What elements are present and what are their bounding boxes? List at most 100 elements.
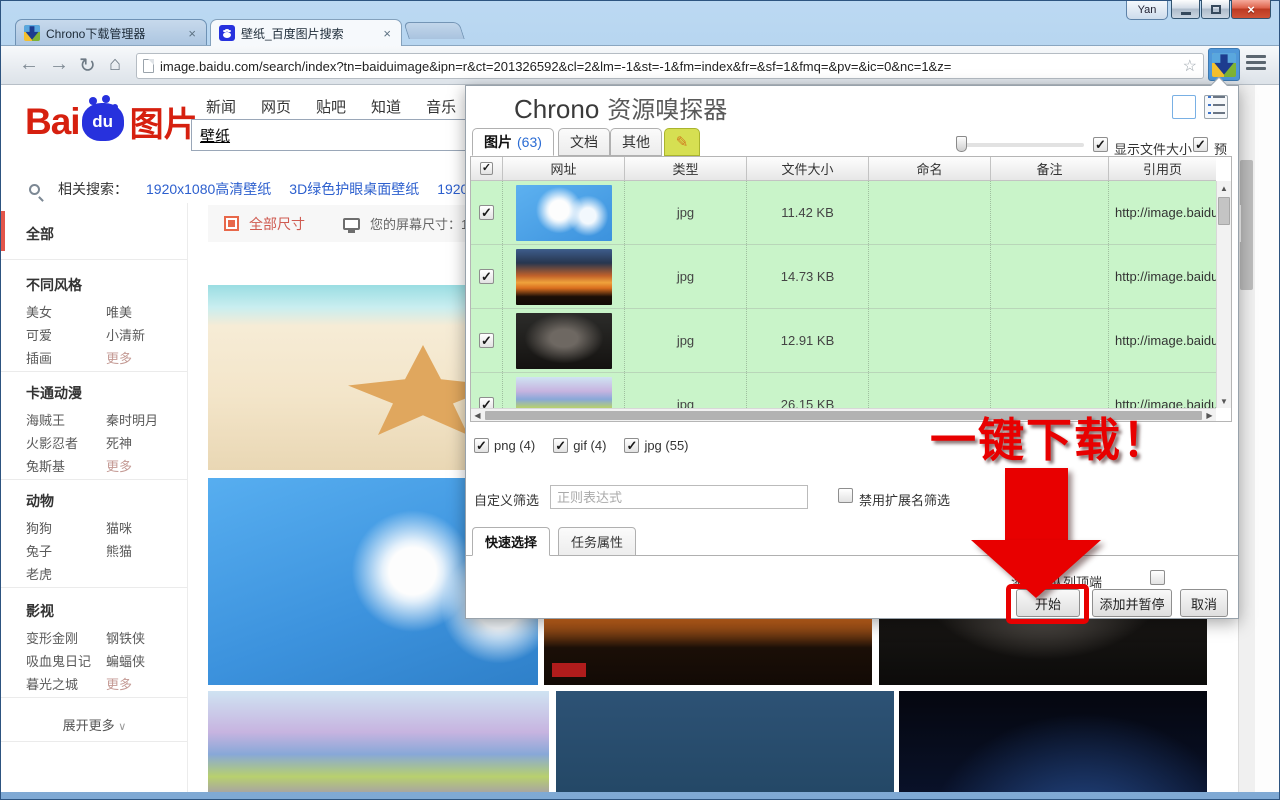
col-size[interactable]: 文件大小 [747,157,869,181]
sidebar-link[interactable]: 熊猫 [106,541,132,560]
table-row[interactable]: ✓ jpg 12.91 KB http://image.baidu [471,309,1216,373]
show-size-checkbox[interactable]: ✓ [1093,137,1108,152]
table-vscroll-thumb[interactable] [1218,197,1230,225]
back-icon[interactable]: ← [19,53,39,76]
sidebar-link[interactable]: 秦时明月 [106,410,158,429]
tab-close-icon[interactable]: × [381,26,393,41]
disable-ext-checkbox[interactable] [838,488,853,503]
refresh-icon[interactable]: ↻ [79,53,96,78]
sidebar-link[interactable]: 小清新 [106,325,145,344]
popup-tab-edit[interactable]: ✎ [664,128,700,156]
thumbnail-cartoon[interactable] [556,691,894,792]
queue-top-checkbox[interactable] [1150,570,1165,585]
col-url[interactable]: 网址 [503,157,625,181]
sidebar-link[interactable]: 蝙蝠侠 [106,651,145,670]
nav-music[interactable]: 音乐 [426,96,456,117]
sidebar-more-link[interactable]: 更多 [106,348,132,367]
table-row[interactable]: ✓ jpg 11.42 KB http://image.baidu [471,181,1216,245]
popup-tab-docs[interactable]: 文档 [558,128,610,156]
sidebar-item-all[interactable]: 全部 [26,224,54,244]
select-all-checkbox[interactable]: ✓ [480,162,493,175]
forward-icon[interactable]: → [49,53,69,76]
nav-zhidao[interactable]: 知道 [371,96,401,117]
filter-jpg[interactable]: ✓ jpg (55) [624,438,688,453]
url-text[interactable]: image.baidu.com/search/index?tn=baiduima… [160,59,1179,74]
list-view-icon[interactable] [1204,95,1228,119]
popup-tab-images[interactable]: 图片 (63) [472,128,554,156]
jpg-checkbox[interactable]: ✓ [624,438,639,453]
filter-png[interactable]: ✓ png (4) [474,438,535,453]
filter-gif[interactable]: ✓ gif (4) [553,438,606,453]
browser-menu-button[interactable] [1246,55,1266,70]
col-referer[interactable]: 引用页 [1109,157,1216,181]
custom-filter-input[interactable] [550,485,808,509]
add-and-pause-button[interactable]: 添加并暂停 [1092,589,1172,617]
slider-thumb[interactable] [956,136,967,152]
col-remark[interactable]: 备注 [991,157,1109,181]
sidebar-link[interactable]: 变形金刚 [26,628,78,647]
sidebar-link[interactable]: 兔子 [26,541,52,560]
maximize-button[interactable] [1201,0,1230,19]
browser-scrollbar-thumb[interactable] [1240,160,1253,290]
sidebar-link[interactable]: 美女 [26,302,52,321]
sidebar-more-link[interactable]: 更多 [106,456,132,475]
popup-tab-other[interactable]: 其他 [610,128,662,156]
expand-more-button[interactable]: 展开更多 ∨ [1,715,188,734]
grid-view-icon[interactable] [1172,95,1196,119]
row-checkbox[interactable]: ✓ [479,269,494,284]
sidebar-link[interactable]: 老虎 [26,564,52,583]
baidu-search-input[interactable] [191,119,491,151]
png-checkbox[interactable]: ✓ [474,438,489,453]
nav-web[interactable]: 网页 [261,96,291,117]
related-link[interactable]: 1920x1080高清壁纸 [146,179,271,199]
table-vertical-scrollbar[interactable]: ▲ ▼ [1216,181,1231,408]
scroll-down-icon[interactable]: ▼ [1217,394,1231,408]
scroll-right-icon[interactable]: ▶ [1203,411,1216,420]
close-button[interactable]: × [1231,0,1271,19]
bookmark-star-icon[interactable]: ☆ [1183,56,1197,76]
tab-close-icon[interactable]: × [186,26,198,41]
minimize-button[interactable] [1171,0,1200,19]
sidebar-more-link[interactable]: 更多 [106,674,132,693]
sidebar-link[interactable]: 插画 [26,348,52,367]
tab-chrono-manager[interactable]: Chrono下载管理器 × [15,19,207,46]
sidebar-link[interactable]: 海贼王 [26,410,65,429]
table-row[interactable]: ✓ jpg 14.73 KB http://image.baidu [471,245,1216,309]
sidebar-link[interactable]: 兔斯基 [26,456,65,475]
thumbnail-painted-landscape[interactable] [208,691,549,792]
scroll-left-icon[interactable]: ◀ [471,411,484,420]
row-checkbox[interactable]: ✓ [479,333,494,348]
sidebar-link[interactable]: 唯美 [106,302,132,321]
col-type[interactable]: 类型 [625,157,747,181]
bottom-tab-task-props[interactable]: 任务属性 [558,527,636,556]
row-checkbox[interactable]: ✓ [479,397,494,408]
sidebar-link[interactable]: 狗狗 [26,518,52,537]
sidebar-link[interactable]: 暮光之城 [26,674,78,693]
tab-baidu-images[interactable]: 壁纸_百度图片搜索 × [210,19,402,46]
related-link[interactable]: 3D绿色护眼桌面壁纸 [289,179,419,199]
chrono-extension-button[interactable] [1208,48,1240,81]
sidebar-link[interactable]: 火影忍者 [26,433,78,452]
cancel-button[interactable]: 取消 [1180,589,1228,617]
sidebar-link[interactable]: 死神 [106,433,132,452]
preview-checkbox[interactable]: ✓ [1193,137,1208,152]
sidebar-link[interactable]: 猫咪 [106,518,132,537]
home-icon[interactable]: ⌂ [109,53,121,76]
nav-news[interactable]: 新闻 [206,96,236,117]
thumbnail-starry-night[interactable] [899,691,1207,792]
profile-button[interactable]: Yan [1126,1,1168,20]
scroll-up-icon[interactable]: ▲ [1217,181,1231,195]
thumbnail-size-slider[interactable] [960,143,1084,147]
table-row[interactable]: ✓ jpg 26.15 KB http://image.baidu [471,373,1216,408]
bottom-tab-quick-select[interactable]: 快速选择 [472,527,550,556]
sidebar-link[interactable]: 可爱 [26,325,52,344]
all-sizes-label[interactable]: 全部尺寸 [249,214,305,234]
sidebar-link[interactable]: 钢铁侠 [106,628,145,647]
row-checkbox[interactable]: ✓ [479,205,494,220]
new-tab-button[interactable] [403,22,465,39]
col-name[interactable]: 命名 [869,157,991,181]
sidebar-link[interactable]: 吸血鬼日记 [26,651,91,670]
nav-tieba[interactable]: 贴吧 [316,96,346,117]
address-bar[interactable]: image.baidu.com/search/index?tn=baiduima… [136,53,1204,79]
gif-checkbox[interactable]: ✓ [553,438,568,453]
